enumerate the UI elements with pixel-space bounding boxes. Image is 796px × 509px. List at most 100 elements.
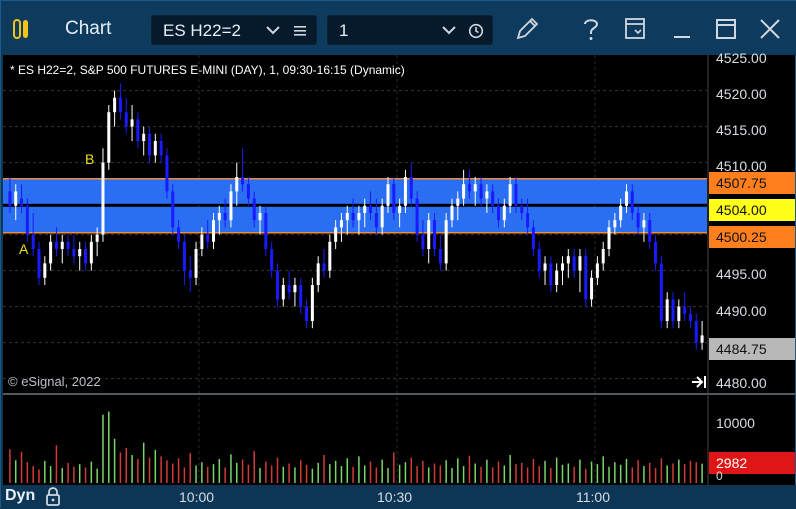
page-options-icon [625,18,645,39]
candle-body [549,263,553,285]
draw-tools-button[interactable] [512,14,542,44]
maximize-button[interactable] [711,14,741,44]
candle-body [473,184,477,192]
minimize-button[interactable] [667,14,697,44]
dynamic-mode-label[interactable]: Dyn [5,487,35,505]
candle-body [188,270,192,278]
candle-body [78,249,82,257]
clock-icon[interactable] [468,23,484,39]
candle-body [607,227,611,249]
candle-body [66,241,70,249]
page-options-button[interactable] [620,14,650,44]
candle-body [467,184,471,192]
candle-body [380,205,384,228]
chevron-down-icon[interactable] [442,25,456,35]
candle-body [630,191,634,213]
candle-body [148,133,152,156]
price-tick: 4495.00 [716,266,767,282]
candle-body [107,112,111,163]
candle-body [514,184,518,206]
candle-body [374,213,378,228]
candle-body [345,213,349,221]
candle-body [403,177,407,206]
candle-body [229,191,233,221]
candle-body [363,205,367,213]
candle-body [328,241,332,271]
candle-body [497,205,501,221]
symbol-value: ES H22=2 [163,21,241,40]
candle-body [246,184,250,199]
candle-body [386,184,390,206]
candle-body [415,198,419,235]
candle-body [502,205,506,221]
candle-body [305,306,309,321]
candle-body [531,227,535,249]
candle-body [421,234,425,249]
symbol-list-icon[interactable] [293,24,307,38]
candle-body [572,256,576,271]
interval-selector[interactable]: 1 [327,15,493,45]
candle-body [479,184,483,199]
candle-body [619,205,623,221]
price-tick: 4515.00 [716,122,767,138]
candle-body [351,213,355,221]
last-price-tag: 4484.75 [709,338,795,360]
jump-to-end-icon[interactable] [691,375,707,389]
candle-body [555,270,559,285]
help-button[interactable] [576,14,606,44]
candle-body [357,213,361,221]
candle-body [177,227,181,242]
lower-level-value: 4500.25 [716,229,767,245]
candle-body [293,285,297,293]
candle-body [438,249,442,264]
candle-body [281,285,285,300]
candle-body [450,205,454,221]
candle-body [590,277,594,300]
chart-area[interactable]: * ES H22=2, S&P 500 FUTURES E-MINI (DAY)… [3,50,795,485]
price-tick: 4490.00 [716,303,767,319]
last-price-value: 4484.75 [716,341,767,357]
symbol-selector[interactable]: ES H22=2 [151,15,317,45]
candle-body [287,285,291,293]
time-tick: 11:00 [576,489,610,505]
candle-body [398,205,402,213]
close-button[interactable] [755,14,785,44]
chart-app-icon [13,19,28,39]
candle-body [258,213,262,221]
candle-body [165,155,169,192]
lock-icon[interactable] [45,486,61,506]
candle-body [578,256,582,271]
chevron-down-icon[interactable] [266,25,280,35]
candle-body [136,119,140,141]
window-title: Chart [65,18,112,39]
candle-body [49,241,53,264]
candle-body [508,184,512,206]
chart-window: Chart ES H22=2 1 * ES H22=2, S&P 500 FUT… [0,0,796,509]
band-lower-zone [3,206,707,233]
price-tick: 4520.00 [716,86,767,102]
candle-body [252,198,256,221]
candle-body [113,97,117,113]
maximize-icon [716,19,736,39]
candle-body [101,162,105,235]
candle-body [60,241,64,249]
candle-body [566,256,570,264]
candle-body [444,220,448,264]
price-volume-plot[interactable] [3,55,795,485]
candle-body [25,205,29,235]
mid-level-value: 4504.00 [716,202,767,218]
price-tick: 4525.00 [716,50,767,66]
candle-body [72,249,76,257]
candle-body [84,249,88,264]
candle-body [601,249,605,264]
candle-body [124,112,128,127]
candle-body [159,141,163,156]
candle-body [491,191,495,206]
marker-b: B [85,151,95,167]
candle-body [275,270,279,300]
candle-body [671,299,675,321]
time-tick: 10:30 [377,489,413,505]
candle-body [223,213,227,221]
candle-body [130,119,134,127]
mid-level-tag: 4504.00 [709,199,795,221]
